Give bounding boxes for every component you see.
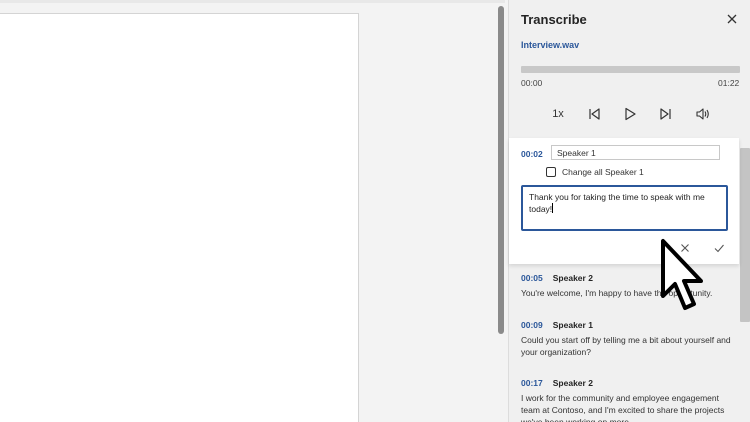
entry-header: 00:17 Speaker 2 (521, 378, 733, 388)
playback-speed-button[interactable]: 1x (547, 103, 569, 125)
total-time: 01:22 (718, 78, 740, 88)
entry-text: You're welcome, I'm happy to have the op… (521, 288, 713, 298)
play-button[interactable] (621, 103, 639, 125)
entry-header: 00:09 Speaker 1 (521, 320, 733, 330)
change-all-checkbox[interactable] (546, 167, 556, 177)
confirm-icon (714, 244, 724, 253)
change-all-label: Change all Speaker 1 (562, 167, 644, 177)
current-time: 00:00 (521, 78, 543, 88)
close-icon (727, 14, 737, 24)
text-caret (552, 203, 554, 213)
play-icon (625, 107, 636, 121)
cancel-edit-button[interactable] (679, 241, 691, 253)
entry-timestamp[interactable]: 00:17 (521, 378, 543, 388)
transcript-edit-text: Thank you for taking the time to speak w… (529, 192, 705, 214)
change-all-option: Change all Speaker 1 (546, 167, 644, 177)
pane-title: Transcribe (521, 12, 587, 27)
next-button[interactable] (657, 103, 675, 125)
entry-speaker: Speaker 1 (552, 320, 593, 330)
volume-icon (696, 108, 709, 120)
close-button[interactable] (725, 12, 739, 26)
audio-progress-bar[interactable] (521, 66, 740, 73)
playback-controls: 1x (509, 103, 750, 127)
transcript-entry[interactable]: 00:09 Speaker 1 Could you start off by te… (521, 320, 733, 358)
previous-icon (589, 108, 600, 120)
confirm-edit-button[interactable] (713, 241, 725, 253)
entry-speaker: Speaker 2 (552, 378, 593, 388)
entry-timestamp[interactable]: 00:09 (521, 320, 543, 330)
transcribe-pane: Transcribe Interview.wav 00:00 01:22 1x (508, 0, 750, 422)
next-icon (660, 108, 671, 120)
entry-text: I work for the community and employee en… (521, 393, 725, 422)
edit-entry-card: 00:02 Change all Speaker 1 Thank you for… (509, 138, 739, 264)
document-area (0, 0, 505, 422)
previous-button[interactable] (585, 103, 603, 125)
transcript-scrollbar[interactable] (740, 148, 750, 322)
transcript-text-editor[interactable]: Thank you for taking the time to speak w… (521, 185, 728, 231)
document-ruler-edge (0, 0, 505, 3)
transcript-entry[interactable]: 00:17 Speaker 2 I work for the community … (521, 378, 733, 422)
cancel-icon (681, 244, 689, 252)
audio-file-link[interactable]: Interview.wav (521, 40, 579, 50)
document-scrollbar[interactable] (498, 6, 504, 334)
entry-text: Could you start off by telling me a bit … (521, 335, 731, 357)
volume-button[interactable] (693, 103, 713, 125)
edit-entry-timestamp[interactable]: 00:02 (521, 149, 543, 159)
speaker-name-input[interactable] (551, 145, 720, 160)
document-page[interactable] (0, 13, 359, 422)
entry-timestamp[interactable]: 00:05 (521, 273, 543, 283)
entry-speaker: Speaker 2 (552, 273, 593, 283)
entry-header: 00:05 Speaker 2 (521, 273, 733, 283)
transcript-entry[interactable]: 00:05 Speaker 2 You're welcome, I'm happy… (521, 273, 733, 299)
